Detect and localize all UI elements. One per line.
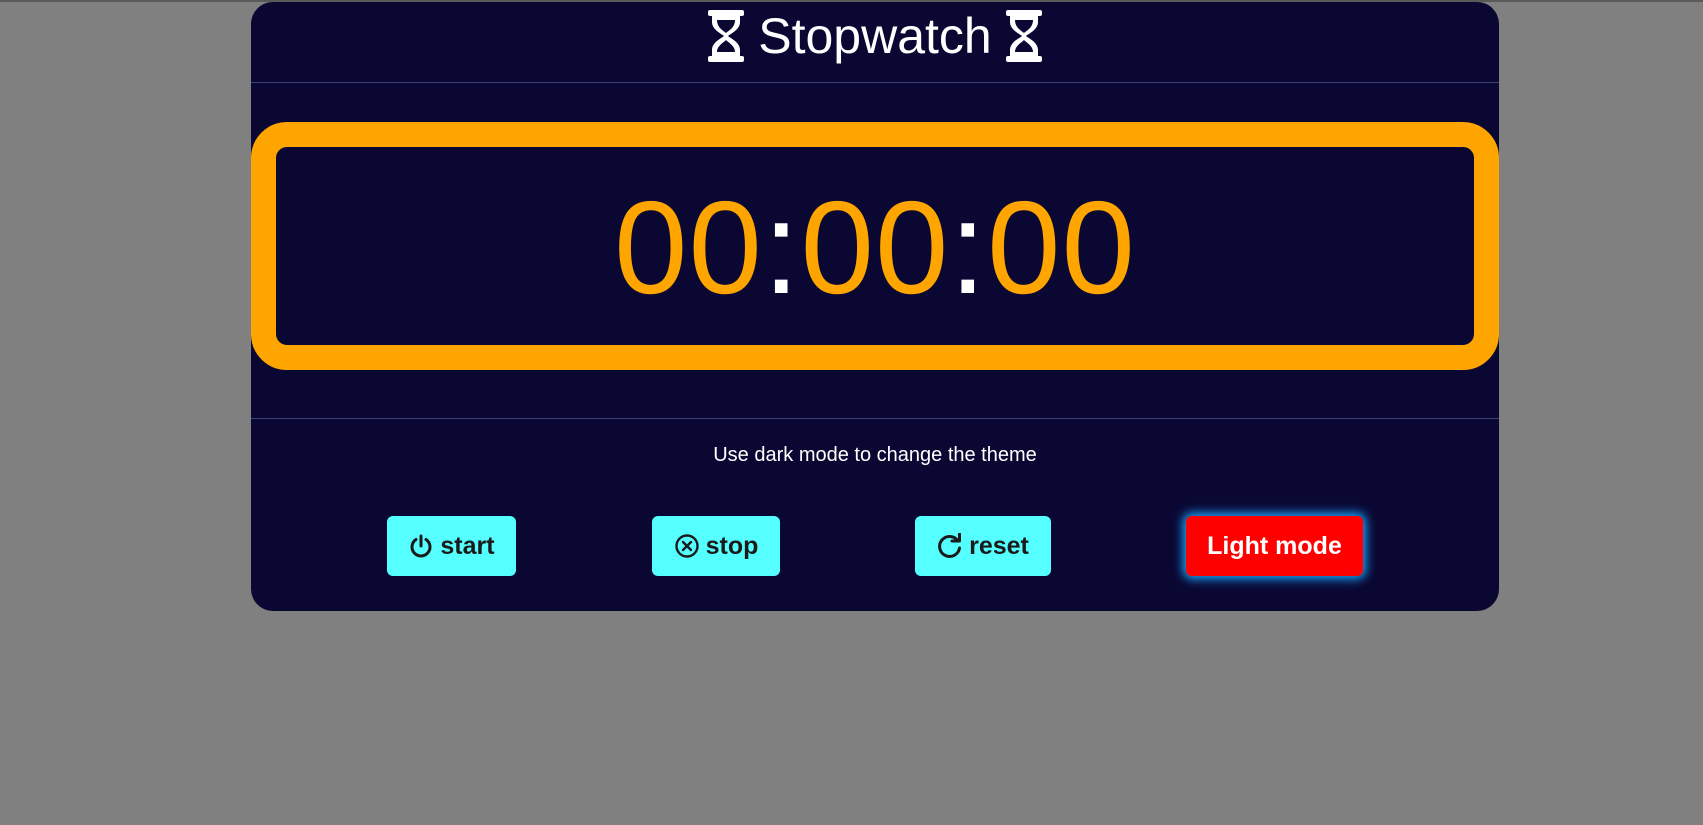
- controls-divider: [251, 418, 1499, 419]
- start-button[interactable]: start: [387, 516, 516, 576]
- minutes-value: 00: [800, 174, 950, 321]
- time-separator: :: [762, 174, 801, 321]
- hours-value: 00: [614, 174, 763, 321]
- hourglass-icon: [1004, 10, 1044, 62]
- seconds-value: 00: [987, 174, 1136, 321]
- redo-icon: [937, 533, 963, 559]
- power-icon: [408, 533, 434, 559]
- stop-button-label: stop: [705, 531, 759, 560]
- stop-button[interactable]: stop: [652, 516, 780, 576]
- light-mode-button[interactable]: Light mode: [1186, 516, 1363, 576]
- reset-button[interactable]: reset: [915, 516, 1051, 576]
- theme-hint: Use dark mode to change the theme: [713, 444, 1037, 466]
- start-button-label: start: [440, 531, 495, 560]
- hourglass-icon: [706, 10, 746, 62]
- time-separator: :: [949, 174, 988, 321]
- timer-display: 00:00:00: [251, 122, 1499, 370]
- reset-button-label: reset: [969, 531, 1029, 560]
- circle-x-icon: [674, 533, 700, 559]
- page-title: Stopwatch: [758, 8, 992, 64]
- header-divider: [251, 82, 1499, 83]
- time-readout: 00:00:00: [614, 182, 1136, 314]
- stopwatch-card: Stopwatch 00:00:00 Use dark mode to chan…: [251, 2, 1499, 611]
- header: Stopwatch: [251, 2, 1499, 82]
